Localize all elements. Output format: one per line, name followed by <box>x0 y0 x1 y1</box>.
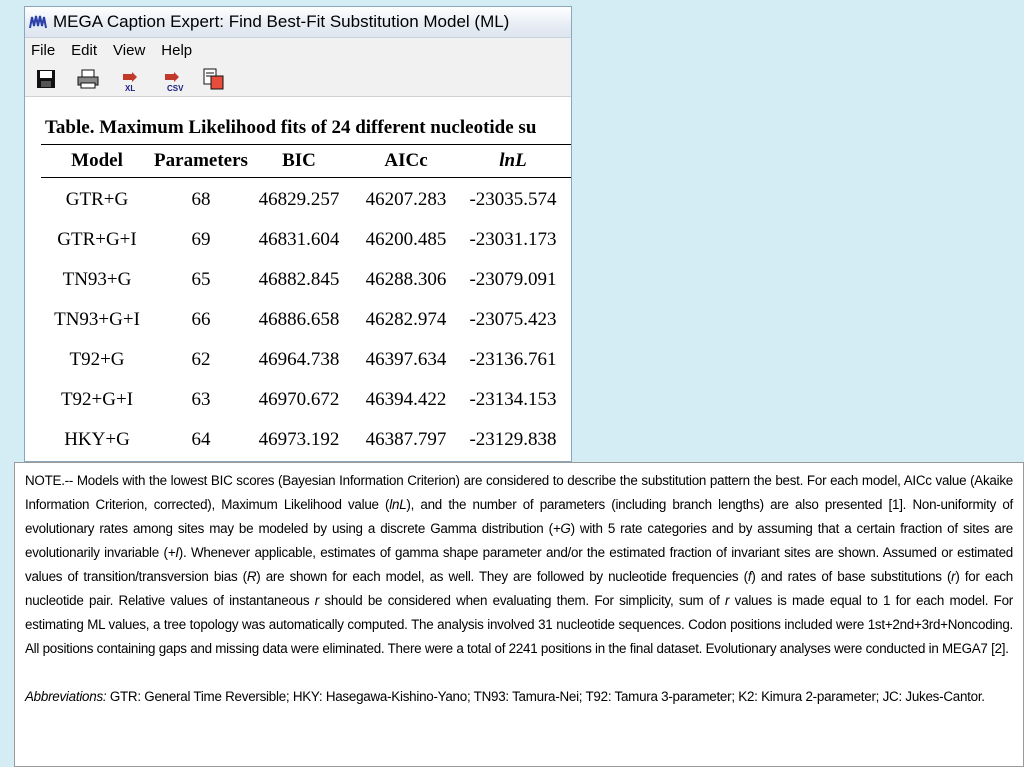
menu-bar: File Edit View Help <box>25 38 571 62</box>
window-title: MEGA Caption Expert: Find Best-Fit Subst… <box>53 12 510 31</box>
cell-aicc: 46207.283 <box>365 189 447 210</box>
table-top-rule <box>41 144 571 145</box>
note-segment: should be considered when evaluating the… <box>318 593 725 608</box>
model-table: Model Parameters BIC AICc lnL GTR+G 68 468… <box>41 146 563 460</box>
abbreviations: Abbreviations: GTR: General Time Reversi… <box>25 685 1013 709</box>
cell-bic: 46829.257 <box>258 189 340 210</box>
cell-bic: 46831.604 <box>258 229 340 250</box>
menu-view[interactable]: View <box>113 42 145 59</box>
cell-parameters: 65 <box>191 269 211 290</box>
mega-logo-icon <box>29 15 47 29</box>
xl-label: XL <box>125 84 136 93</box>
cell-lnl: -23031.173 <box>469 229 557 250</box>
cell-bic: 46882.845 <box>258 269 340 290</box>
export-excel-button[interactable]: XL <box>119 67 141 93</box>
cell-parameters: 66 <box>191 309 211 330</box>
export-csv-button[interactable]: CSV <box>161 67 184 93</box>
note-segment: ) and rates of base substitutions ( <box>751 569 952 584</box>
cell-lnl: -23075.423 <box>469 309 557 330</box>
table-row: TN93+G+I 66 46886.658 46282.974 -23075.423 <box>41 300 563 340</box>
table-caption: Table. Maximum Likelihood fits of 24 dif… <box>45 117 537 138</box>
menu-file[interactable]: File <box>31 42 55 59</box>
cell-aicc: 46282.974 <box>365 309 447 330</box>
cell-parameters: 68 <box>191 189 211 210</box>
save-button[interactable] <box>35 67 57 91</box>
cell-model: GTR+G <box>65 189 129 210</box>
cell-model: TN93+G <box>62 269 132 290</box>
note-panel: NOTE.-- Models with the lowest BIC score… <box>14 462 1024 767</box>
cell-lnl: -23134.153 <box>469 389 557 410</box>
table-row: T92+G 62 46964.738 46397.634 -23136.761 <box>41 340 563 380</box>
cell-aicc: 46394.422 <box>365 389 447 410</box>
abbreviations-text: GTR: General Time Reversible; HKY: Haseg… <box>106 689 985 704</box>
header-model: Model <box>71 150 123 171</box>
copy-icon <box>203 68 224 90</box>
cell-aicc: 46288.306 <box>365 269 447 290</box>
table-row: HKY+G 64 46973.192 46387.797 -23129.838 <box>41 420 563 460</box>
copy-button[interactable] <box>203 67 225 91</box>
cell-model: T92+G+I <box>60 389 134 410</box>
app-window: MEGA Caption Expert: Find Best-Fit Subst… <box>24 6 572 462</box>
cell-model: GTR+G+I <box>57 229 137 250</box>
caption-content: Table. Maximum Likelihood fits of 24 dif… <box>25 99 571 461</box>
csv-label: CSV <box>167 84 184 93</box>
table-row: T92+G+I 63 46970.672 46394.422 -23134.153 <box>41 380 563 420</box>
header-parameters: Parameters <box>154 150 248 171</box>
print-icon <box>77 69 99 89</box>
cell-parameters: 63 <box>191 389 211 410</box>
cell-model: T92+G <box>69 349 125 370</box>
header-lnl: lnL <box>499 150 527 171</box>
save-icon <box>37 70 55 88</box>
cell-bic: 46973.192 <box>258 429 340 450</box>
cell-lnl: -23079.091 <box>469 269 557 290</box>
cell-parameters: 64 <box>191 429 211 450</box>
note-segment: +I <box>167 545 179 560</box>
toolbar: XL CSV <box>25 62 571 97</box>
table-header-row: Model Parameters BIC AICc lnL <box>41 146 563 176</box>
note-segment: ) are shown for each model, as well. The… <box>256 569 748 584</box>
cell-model: HKY+G <box>64 429 130 450</box>
note-segment: lnL <box>389 497 407 512</box>
table-row: TN93+G 65 46882.845 46288.306 -23079.091 <box>41 260 563 300</box>
cell-bic: 46970.672 <box>258 389 340 410</box>
header-aicc: AICc <box>384 150 428 171</box>
menu-help[interactable]: Help <box>161 42 192 59</box>
cell-aicc: 46200.485 <box>365 229 447 250</box>
cell-lnl: -23136.761 <box>469 349 557 370</box>
cell-aicc: 46397.634 <box>365 349 447 370</box>
print-button[interactable] <box>77 67 99 91</box>
cell-model: TN93+G+I <box>54 309 140 330</box>
cell-bic: 46886.658 <box>258 309 340 330</box>
cell-lnl: -23129.838 <box>469 429 557 450</box>
cell-aicc: 46387.797 <box>365 429 447 450</box>
title-bar[interactable]: MEGA Caption Expert: Find Best-Fit Subst… <box>25 7 571 38</box>
cell-parameters: 62 <box>191 349 211 370</box>
note-text: NOTE.-- Models with the lowest BIC score… <box>25 469 1013 661</box>
header-bic: BIC <box>282 150 316 171</box>
table-row: GTR+G+I 69 46831.604 46200.485 -23031.173 <box>41 220 563 260</box>
cell-lnl: -23035.574 <box>469 189 557 210</box>
cell-bic: 46964.738 <box>258 349 340 370</box>
note-segment: R <box>246 569 257 584</box>
abbreviations-label: Abbreviations: <box>25 689 107 704</box>
note-segment: +G <box>552 521 571 536</box>
cell-parameters: 69 <box>191 229 211 250</box>
menu-edit[interactable]: Edit <box>71 42 97 59</box>
table-row: GTR+G 68 46829.257 46207.283 -23035.574 <box>41 176 563 220</box>
